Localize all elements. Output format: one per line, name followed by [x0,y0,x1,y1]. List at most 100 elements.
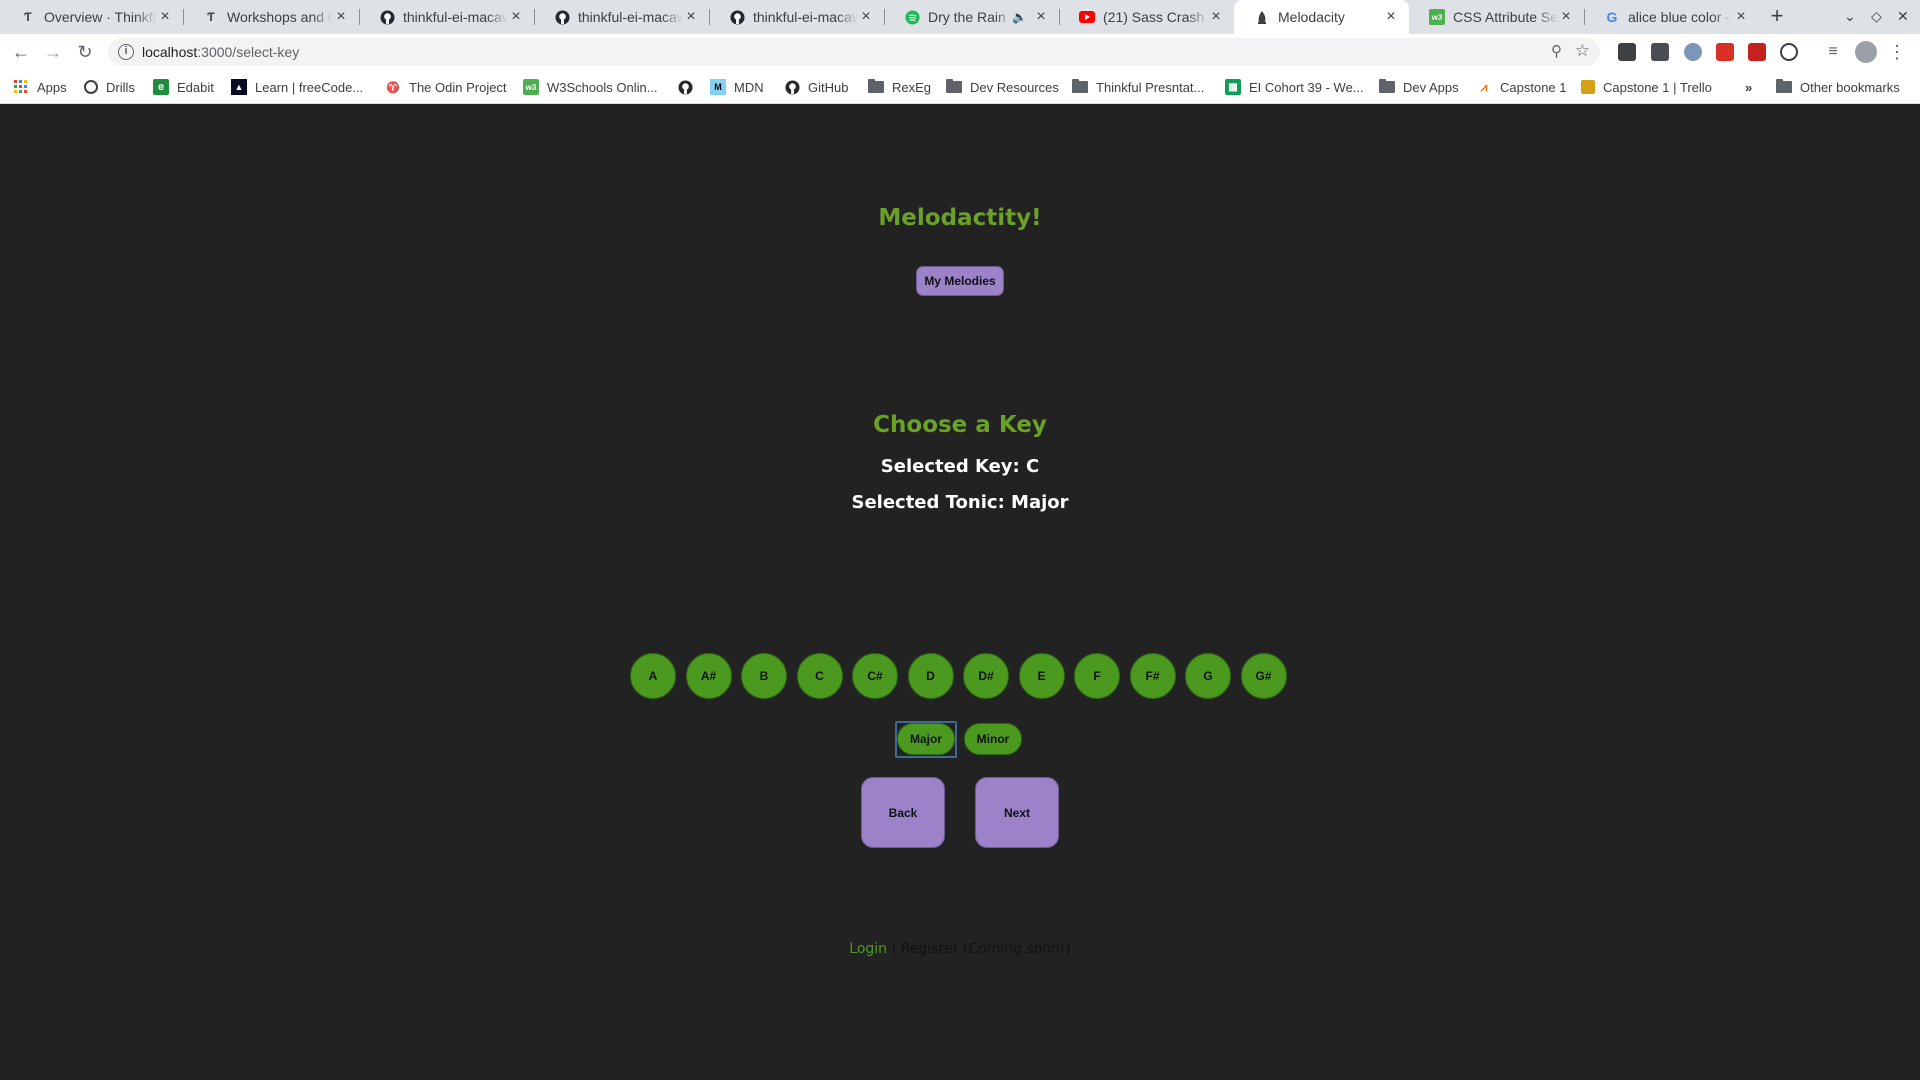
selected-tonic-text: Selected Tonic: Major [851,492,1069,513]
key-button-d-sharp[interactable]: D# [963,653,1009,699]
app-page: Melodactity! My Melodies Choose a Key Se… [0,104,1920,1080]
key-button-a-sharp[interactable]: A# [685,653,732,699]
tab-google[interactable]: G alice blue color - G × [1584,0,1759,34]
folder-icon [868,79,884,93]
close-icon[interactable]: × [508,9,524,25]
tonic-minor-button[interactable]: Minor [964,723,1022,755]
tonic-major-button[interactable]: Major [897,723,955,755]
extension-icon[interactable] [1684,43,1702,61]
key-button-f-sharp[interactable]: F# [1129,653,1176,699]
bookmark-ei-cohort[interactable]: ▦ EI Cohort 39 - We... [1225,70,1364,104]
avatar[interactable] [1855,41,1877,63]
new-tab-button[interactable]: + [1765,5,1789,29]
folder-icon [1072,79,1088,93]
bookmark-folder-rexeg[interactable]: RexEg [868,70,931,104]
folder-icon [1776,79,1792,93]
thinkful-icon: Ƭ [207,10,215,24]
menu-dots-icon[interactable]: ⋮ [1886,41,1908,63]
back-arrow-icon[interactable]: ← [10,41,32,63]
close-icon[interactable]: × [1383,9,1399,25]
bookmarks-bar: Apps Drills e Edabit ▲ Learn | freeCode.… [0,70,1920,104]
github-icon [379,9,395,25]
close-window-icon[interactable]: ✕ [1897,8,1909,25]
red-extension-2-icon[interactable] [1748,43,1766,61]
bookmark-w3schools[interactable]: w3 W3Schools Onlin... [523,70,658,104]
melodacity-icon [1254,9,1270,25]
tab-search-icon[interactable]: ⌄ [1844,8,1856,25]
bookmark-folder-thinkful-presentations[interactable]: Thinkful Presntat... [1072,70,1204,104]
tab-github-3[interactable]: thinkful-ei-macaw/ × [709,0,884,34]
dev-extension-icon[interactable] [1651,43,1669,61]
tab-github-2[interactable]: thinkful-ei-macaw/ × [534,0,709,34]
register-link[interactable]: Register (Coming soon!) [901,941,1071,957]
tab-youtube[interactable]: (21) Sass Crash Co × [1059,0,1234,34]
thinkful-icon: Ƭ [24,10,32,24]
red-extension-icon[interactable] [1716,43,1734,61]
speaker-icon[interactable]: 🔈 [1012,10,1027,24]
close-icon[interactable]: × [1208,9,1224,25]
youtube-icon [1079,9,1095,25]
circle-extension-icon[interactable] [1780,43,1798,61]
key-button-a[interactable]: A [630,653,676,699]
tab-github-1[interactable]: thinkful-ei-macaw/ × [359,0,534,34]
mdn-icon: M [710,79,726,95]
login-link[interactable]: Login [849,941,887,957]
tab-spotify[interactable]: Dry the Rain · The 🔈 × [884,0,1059,34]
tab-workshops[interactable]: Ƭ Workshops and Office × [183,0,359,34]
bookmark-odin[interactable]: ♈ The Odin Project [385,70,506,104]
bookmark-capstone-1[interactable]: ⩘ Capstone 1 [1476,70,1567,104]
bookmark-folder-other[interactable]: Other bookmarks [1776,70,1900,104]
back-button[interactable]: Back [861,777,945,848]
key-button-c-sharp[interactable]: C# [852,653,898,699]
tab-css-attribute[interactable]: w3 CSS Attribute Selec × [1409,0,1584,34]
edabit-icon: e [153,79,169,95]
close-icon[interactable]: × [1733,9,1749,25]
close-icon[interactable]: × [1558,9,1574,25]
bookmark-freecodecamp[interactable]: ▲ Learn | freeCode... [231,70,363,104]
key-button-b[interactable]: B [741,653,787,699]
forward-arrow-icon[interactable]: → [42,41,64,63]
footer: Login | Register (Coming soon!) [0,941,1920,957]
reload-icon[interactable]: ↻ [74,41,96,63]
apps-icon [13,79,29,95]
key-button-g[interactable]: G [1185,653,1231,699]
close-icon[interactable]: × [683,9,699,25]
close-icon[interactable]: × [333,9,349,25]
my-melodies-button[interactable]: My Melodies [916,266,1004,296]
thinkful-extension-icon[interactable] [1618,43,1636,61]
restore-icon[interactable]: ◇ [1871,8,1882,25]
key-button-f[interactable]: F [1074,653,1120,699]
bookmark-github[interactable]: GitHub [784,70,848,104]
bookmark-mdn[interactable]: M MDN [710,70,764,104]
github-icon [677,79,693,95]
bookmarks-overflow-button[interactable]: » [1745,70,1752,104]
close-icon[interactable]: × [858,9,874,25]
bookmark-apps[interactable]: Apps [13,70,67,104]
bookmark-trello[interactable]: Capstone 1 | Trello [1581,70,1712,104]
odin-icon: ♈ [386,81,400,94]
zoom-icon[interactable]: ⚲ [1551,42,1562,60]
bookmark-folder-dev-apps[interactable]: Dev Apps [1379,70,1459,104]
reading-list-icon[interactable]: ≡ [1822,41,1844,63]
close-icon[interactable]: × [1033,9,1049,25]
address-bar[interactable]: i localhost:3000/select-key ⚲ ☆ [108,38,1600,66]
tab-overview-thinkful[interactable]: Ƭ Overview · Thinkful × [0,0,183,34]
key-button-g-sharp[interactable]: G# [1240,653,1287,699]
footer-separator: | [887,941,901,957]
folder-icon [946,79,962,93]
key-button-d[interactable]: D [907,653,954,699]
capstone-icon: ⩘ [1480,79,1488,94]
site-info-icon[interactable]: i [118,44,134,60]
key-button-c[interactable]: C [796,653,843,699]
tab-melodacity[interactable]: Melodacity × [1234,0,1409,34]
bookmark-folder-dev-resources[interactable]: Dev Resources [946,70,1059,104]
next-button[interactable]: Next [975,777,1059,848]
key-button-e[interactable]: E [1018,653,1065,699]
bookmark-github-icon-only[interactable] [677,70,701,104]
selected-key-text: Selected Key: C [880,456,1040,477]
bookmark-star-icon[interactable]: ☆ [1575,41,1590,61]
url-text[interactable]: localhost:3000/select-key [142,44,299,60]
close-icon[interactable]: × [157,9,173,25]
bookmark-edabit[interactable]: e Edabit [153,70,214,104]
bookmark-drills[interactable]: Drills [84,70,135,104]
